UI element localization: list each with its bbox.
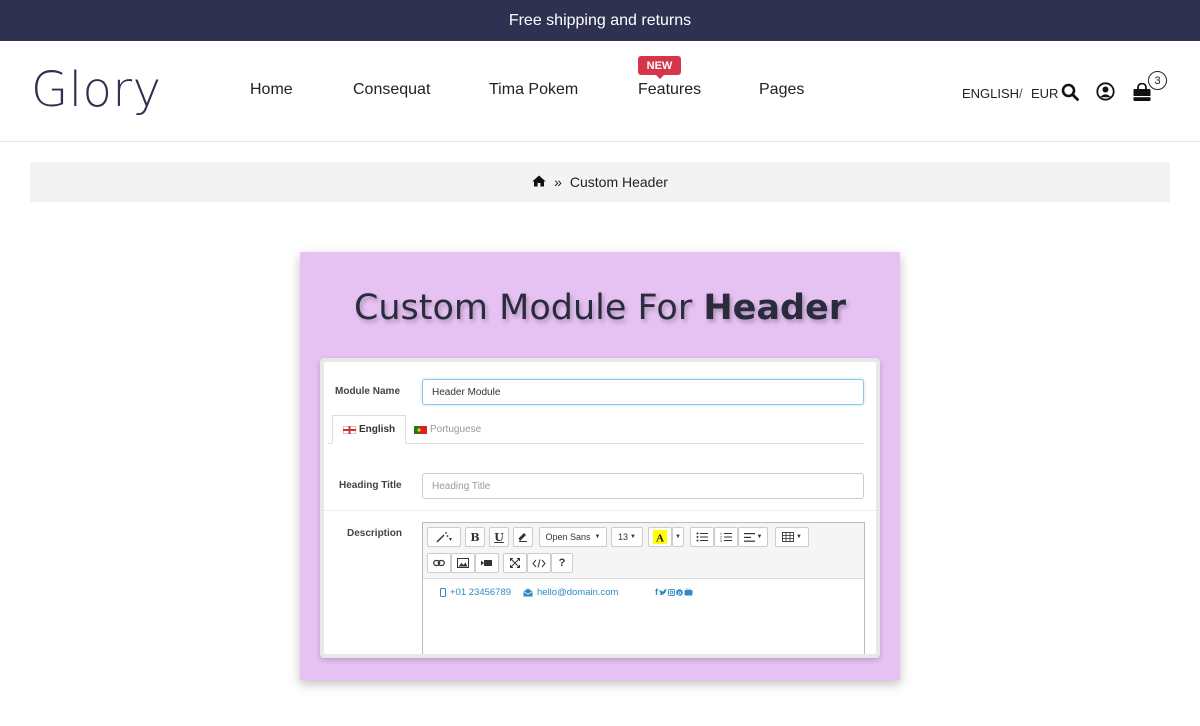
cart-count-badge: 3 (1148, 71, 1167, 90)
svg-text:A: A (656, 533, 664, 545)
module-name-input[interactable]: Header Module (422, 379, 864, 405)
nav-home[interactable]: Home (250, 81, 293, 99)
account-icon[interactable] (1096, 82, 1115, 106)
site-logo[interactable]: Glory (31, 62, 162, 118)
topbar-text: Free shipping and returns (508, 11, 692, 29)
heading-title-input[interactable]: Heading Title (422, 473, 864, 499)
heading-title-label: Heading Title (339, 480, 402, 491)
twitter-icon (659, 588, 667, 595)
svg-text:▾: ▾ (449, 537, 452, 543)
nav-tima-pokem[interactable]: Tima Pokem (489, 81, 578, 99)
font-family-value: Open Sans (545, 532, 591, 542)
new-badge: NEW (638, 56, 681, 79)
module-name-label: Module Name (335, 386, 401, 397)
text-color-icon[interactable]: A (648, 527, 672, 547)
editor-toolbar: ▾ B U Open Sans ▼ 13 ▼ A ▼ 1 2 3 ▼ ▼ ? (423, 523, 864, 579)
breadcrumb-separator: » (554, 174, 562, 190)
tab-english[interactable]: English (332, 415, 407, 444)
envelope-icon (523, 588, 533, 597)
numbered-list-icon[interactable]: 123 (714, 527, 738, 547)
magic-wand-icon[interactable]: ▾ (427, 527, 461, 547)
breadcrumb-current: Custom Header (569, 174, 668, 190)
underline-button[interactable]: U (489, 527, 509, 547)
instagram-icon (668, 588, 675, 596)
custom-module-banner: Custom Module For Header Module Name Hea… (300, 252, 900, 680)
font-size-select[interactable]: 13 ▼ (611, 527, 643, 547)
editor-phone: +01 23456789 (440, 587, 511, 598)
svg-text:You: You (686, 588, 691, 591)
link-icon[interactable] (427, 553, 451, 573)
font-size-value: 13 (618, 532, 629, 542)
nav-consequat[interactable]: Consequat (353, 81, 430, 99)
code-view-icon[interactable] (527, 553, 551, 573)
cart-icon[interactable] (1132, 82, 1152, 107)
rich-text-editor[interactable]: ▾ B U Open Sans ▼ 13 ▼ A ▼ 1 2 3 ▼ ▼ ? +… (422, 522, 865, 654)
home-icon[interactable] (532, 174, 546, 190)
phone-text: +01 23456789 (450, 587, 512, 598)
language-selector[interactable]: ENGLISH (962, 86, 1019, 101)
pinterest-icon: p (676, 588, 683, 596)
module-form-screenshot: Module Name Header Module English Portug… (320, 358, 880, 658)
portugal-flag-icon (414, 425, 427, 434)
nav-pages[interactable]: Pages (759, 81, 804, 99)
tab-portuguese[interactable]: Portuguese (404, 415, 491, 444)
video-icon[interactable] (475, 553, 499, 573)
uk-flag-icon (342, 425, 357, 434)
description-label: Description (347, 528, 403, 539)
editor-social-icons: f p You (655, 587, 693, 597)
image-icon[interactable] (451, 553, 475, 573)
color-caret-icon[interactable]: ▼ (672, 527, 684, 547)
bullet-list-icon[interactable] (690, 527, 714, 547)
banner-title-regular: Custom Module For (353, 288, 704, 328)
mobile-icon (440, 588, 446, 597)
editor-email: hello@domain.com (523, 587, 618, 598)
fullscreen-icon[interactable] (503, 553, 527, 573)
tab-portuguese-label: Portuguese (430, 424, 482, 435)
banner-title-bold: Header (703, 288, 847, 328)
facebook-icon: f (655, 587, 658, 597)
search-icon[interactable] (1061, 83, 1079, 106)
size-caret-icon: ▼ (630, 534, 636, 540)
align-icon[interactable]: ▼ (738, 527, 768, 547)
help-button[interactable]: ? (551, 553, 573, 573)
eraser-icon[interactable] (513, 527, 533, 547)
currency-selector[interactable]: EUR (1031, 86, 1058, 101)
svg-text:p: p (678, 590, 681, 596)
bold-button[interactable]: B (465, 527, 485, 547)
font-family-select[interactable]: Open Sans ▼ (539, 527, 607, 547)
svg-text:3: 3 (720, 539, 722, 542)
font-caret-icon: ▼ (594, 534, 601, 540)
form-divider (324, 510, 876, 511)
site-header: Glory Home Consequat Tima Pokem Features… (0, 41, 1200, 142)
breadcrumb: » Custom Header (30, 162, 1170, 202)
table-icon[interactable]: ▼ (775, 527, 809, 547)
nav-features[interactable]: Features (638, 81, 701, 99)
banner-title: Custom Module For Header (300, 288, 900, 328)
tab-english-label: English (359, 424, 396, 435)
email-text: hello@domain.com (537, 587, 619, 598)
youtube-icon: You (684, 588, 693, 596)
promo-topbar: Free shipping and returns (0, 0, 1200, 41)
language-tabs: English Portuguese (328, 415, 864, 444)
selector-divider: / (1019, 86, 1023, 101)
